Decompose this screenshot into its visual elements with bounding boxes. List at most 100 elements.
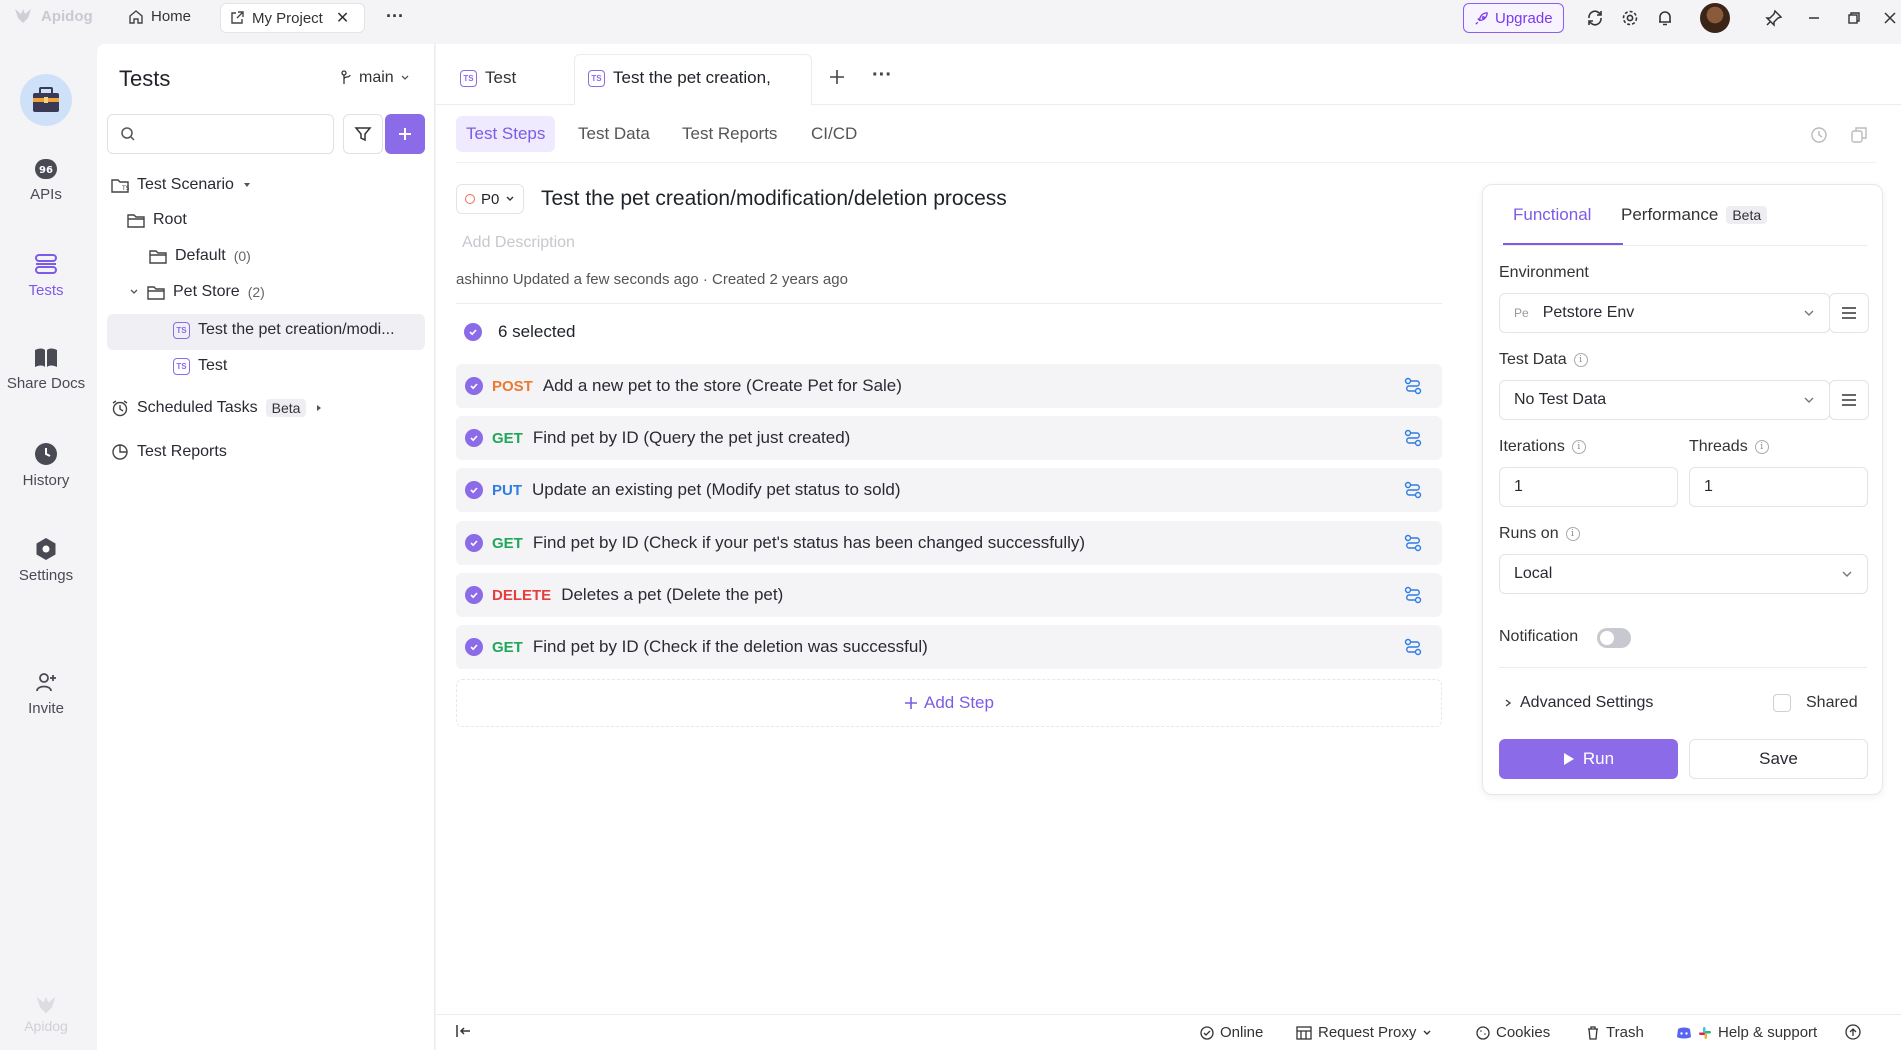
subtab-ci-cd[interactable]: CI/CD (801, 116, 867, 152)
info-icon[interactable]: i (1565, 527, 1580, 541)
subtab-test-data[interactable]: Test Data (568, 116, 660, 152)
pin-icon[interactable] (1763, 7, 1785, 29)
info-icon[interactable]: i (1571, 440, 1586, 454)
linked-api-icon[interactable] (1404, 429, 1422, 447)
filter-button[interactable] (343, 114, 383, 154)
test-data-menu-button[interactable] (1829, 380, 1869, 420)
info-icon[interactable]: i (1573, 353, 1588, 367)
home-label: Home (151, 8, 192, 25)
caret-right-icon[interactable] (314, 403, 324, 413)
app-name: Apidog (41, 7, 93, 25)
upload-icon[interactable] (1845, 1024, 1861, 1040)
tab-test[interactable]: TS Test (460, 68, 516, 88)
gear-icon[interactable] (1619, 7, 1641, 29)
rail-tests[interactable]: Tests (0, 252, 92, 299)
more-tabs-icon[interactable]: ··· (386, 6, 404, 27)
tree-scheduled-label: Scheduled Tasks (137, 399, 258, 416)
tree-scheduled-tasks[interactable]: Scheduled Tasks Beta (111, 399, 324, 417)
step-checkbox[interactable] (465, 481, 483, 499)
add-tab-icon[interactable] (828, 68, 846, 86)
step-row[interactable]: GET Find pet by ID (Check if the deletio… (456, 625, 1442, 669)
refresh-icon[interactable] (1584, 7, 1606, 29)
cookies[interactable]: Cookies (1476, 1024, 1550, 1041)
history-clock-icon[interactable] (1810, 126, 1828, 144)
step-checkbox[interactable] (465, 638, 483, 656)
rail-invite[interactable]: Invite (0, 670, 92, 717)
minimize-icon[interactable] (1803, 7, 1825, 29)
trash[interactable]: Trash (1586, 1024, 1644, 1041)
linked-api-icon[interactable] (1404, 638, 1422, 656)
environment-menu-button[interactable] (1829, 293, 1869, 333)
avatar[interactable] (1700, 3, 1730, 33)
scenario-title[interactable]: Test the pet creation/modification/delet… (541, 187, 1007, 211)
rail-share-docs[interactable]: Share Docs (0, 347, 92, 392)
description-input[interactable]: Add Description (462, 234, 575, 252)
tree-root[interactable]: Root (127, 211, 187, 229)
tree-test-scenario[interactable]: TS Test Scenario (111, 176, 252, 194)
shared-checkbox[interactable] (1773, 694, 1791, 712)
upgrade-button[interactable]: Upgrade (1463, 3, 1564, 33)
step-row[interactable]: GET Find pet by ID (Query the pet just c… (456, 416, 1442, 460)
step-checkbox[interactable] (465, 534, 483, 552)
add-step-button[interactable]: Add Step (456, 679, 1442, 727)
info-icon[interactable]: i (1754, 440, 1769, 454)
tree-item-test[interactable]: TS Test (173, 357, 227, 375)
tree-item-pet-creation-label: Test the pet creation/modi... (198, 321, 395, 338)
threads-input[interactable]: 1 (1689, 467, 1868, 507)
tab-functional[interactable]: Functional (1513, 205, 1591, 225)
step-row[interactable]: GET Find pet by ID (Check if your pet's … (456, 521, 1442, 565)
save-button[interactable]: Save (1689, 739, 1868, 779)
subtab-test-reports[interactable]: Test Reports (672, 116, 787, 152)
branch-selector[interactable]: main (341, 69, 410, 87)
close-window-icon[interactable] (1879, 7, 1901, 29)
tree-default-folder[interactable]: Default (0) (149, 247, 251, 265)
tree-petstore-folder[interactable]: Pet Store (2) (129, 283, 265, 301)
tab-performance[interactable]: Performance Beta (1621, 205, 1768, 225)
step-checkbox[interactable] (465, 586, 483, 604)
project-tab[interactable]: My Project ✕ (220, 3, 365, 33)
shared-checkbox-row[interactable]: Shared (1773, 694, 1858, 712)
bell-icon[interactable] (1654, 7, 1676, 29)
help-support[interactable]: Help & support (1676, 1024, 1817, 1041)
rail-apis[interactable]: 96 APIs (0, 158, 92, 203)
tab-pet-creation[interactable]: TS Test the pet creation, (588, 68, 771, 88)
search-box[interactable] (107, 114, 334, 154)
rail-history[interactable]: History (0, 442, 92, 489)
more-icon[interactable]: ··· (872, 64, 892, 87)
maximize-icon[interactable] (1843, 7, 1865, 29)
step-checkbox[interactable] (465, 377, 483, 395)
chevron-down-icon[interactable] (129, 287, 139, 297)
rail-settings[interactable]: Settings (0, 537, 92, 584)
runs-on-select[interactable]: Local (1499, 554, 1868, 594)
subtab-test-steps[interactable]: Test Steps (456, 116, 556, 152)
select-all-row[interactable]: 6 selected (464, 322, 576, 342)
select-all-checkbox[interactable] (464, 323, 482, 341)
request-proxy[interactable]: Request Proxy (1296, 1024, 1432, 1041)
project-avatar[interactable] (20, 74, 72, 126)
online-status[interactable]: Online (1200, 1024, 1263, 1041)
home-tab[interactable]: Home (128, 8, 191, 25)
step-checkbox[interactable] (465, 429, 483, 447)
test-data-select[interactable]: No Test Data (1499, 380, 1830, 420)
linked-api-icon[interactable] (1404, 481, 1422, 499)
add-button[interactable] (385, 114, 425, 154)
tree-test-reports[interactable]: Test Reports (111, 443, 227, 461)
tree-item-pet-creation[interactable]: TS Test the pet creation/modi... (173, 321, 395, 339)
step-row[interactable]: DELETE Deletes a pet (Delete the pet) (456, 573, 1442, 617)
iterations-input[interactable]: 1 (1499, 467, 1678, 507)
search-input[interactable] (144, 125, 324, 143)
step-row[interactable]: POST Add a new pet to the store (Create … (456, 364, 1442, 408)
advanced-settings-toggle[interactable]: Advanced Settings (1503, 694, 1653, 712)
linked-api-icon[interactable] (1404, 586, 1422, 604)
notification-toggle[interactable] (1597, 628, 1631, 648)
linked-api-icon[interactable] (1404, 534, 1422, 552)
close-icon[interactable]: ✕ (336, 8, 349, 28)
copy-icon[interactable] (1850, 126, 1868, 144)
environment-select[interactable]: Pe Petstore Env (1499, 293, 1830, 333)
linked-api-icon[interactable] (1404, 377, 1422, 395)
priority-selector[interactable]: P0 (456, 184, 525, 214)
run-button[interactable]: Run (1499, 739, 1678, 779)
step-row[interactable]: PUT Update an existing pet (Modify pet s… (456, 468, 1442, 512)
collapse-sidebar-icon[interactable] (456, 1024, 472, 1038)
step-label: Find pet by ID (Check if the deletion wa… (532, 637, 928, 656)
